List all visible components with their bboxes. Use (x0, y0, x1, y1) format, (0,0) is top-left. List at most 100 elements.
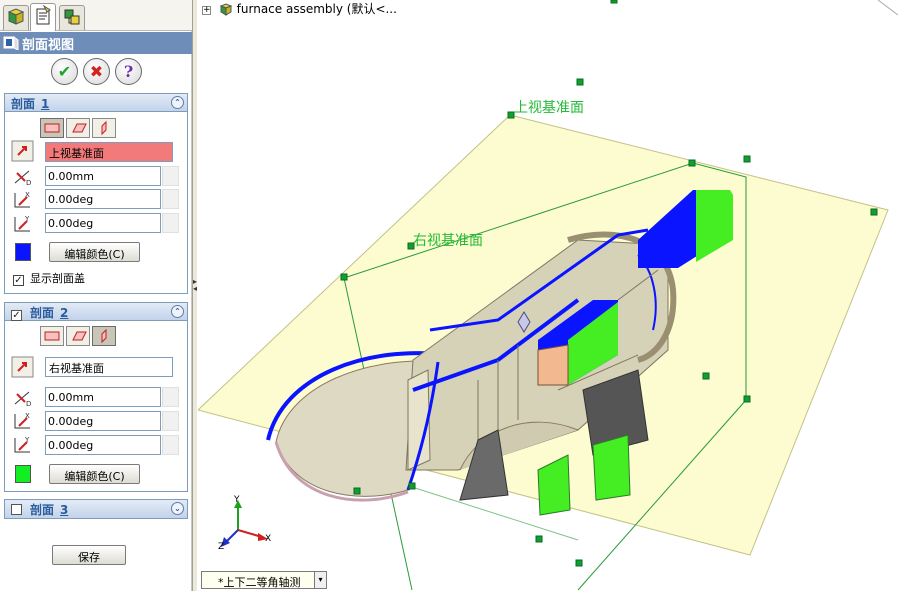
section1-plane-field[interactable]: 上视基准面 (45, 142, 173, 162)
reverse-direction-icon (11, 140, 34, 162)
show-cap-checkbox[interactable]: ✓ (13, 275, 24, 286)
section3-number: 3 (60, 503, 69, 517)
tab-feature-manager[interactable] (3, 5, 29, 30)
section1-header[interactable]: 剖面 1 ⌃ (5, 94, 187, 112)
section1-number: 1 (41, 97, 50, 111)
section2-rotx-spinner[interactable] (162, 411, 179, 431)
section3-label: 剖面 (30, 503, 55, 517)
panel-title: 剖面视图 (22, 38, 75, 53)
plane-front-button[interactable] (40, 326, 64, 346)
tree-expand-icon[interactable]: + (202, 6, 211, 15)
offset-icon: D (11, 165, 35, 187)
section1-edit-color-button[interactable]: 编辑颜色(C) (49, 242, 140, 262)
panel-tab-bar (0, 0, 192, 31)
tab-property-manager[interactable] (30, 3, 56, 31)
expand-icon[interactable]: ⌄ (171, 502, 184, 515)
show-cap-label: 显示剖面盖 (30, 272, 85, 285)
checkmark-icon: ✔ (57, 62, 72, 81)
svg-text:D: D (26, 179, 31, 187)
section-view-icon (3, 35, 19, 54)
svg-text:X: X (25, 412, 30, 420)
section2-roty-spinner[interactable] (162, 435, 179, 455)
help-button[interactable]: ? (115, 58, 142, 85)
rotate-x-icon: X (11, 189, 35, 211)
right-plane-icon (101, 328, 107, 344)
svg-text:Y: Y (24, 436, 30, 444)
top-plane-icon (72, 331, 87, 341)
property-sheet-icon (36, 4, 51, 25)
plane-front-button[interactable] (40, 118, 64, 138)
top-plane-icon (72, 123, 87, 133)
feature-tree-root[interactable]: + furnace assembly (默认<... (202, 0, 397, 19)
plane-right-button[interactable] (92, 118, 116, 138)
section1-roty-input[interactable]: 0.00deg (45, 213, 161, 233)
section1-group: 剖面 1 ⌃ 上视基准面 D 0.00mm X 0.00deg Y 0.00deg (4, 93, 188, 294)
svg-text:D: D (26, 400, 31, 408)
right-plane-icon (101, 120, 107, 136)
close-icon: ✖ (89, 62, 104, 81)
section1-label: 剖面 (11, 97, 36, 111)
axis-triad-icon (221, 500, 268, 547)
reverse-direction-button[interactable] (11, 356, 35, 378)
ok-button[interactable]: ✔ (51, 58, 78, 85)
section2-checkbox[interactable]: ✓ (11, 310, 22, 321)
section2-plane-field[interactable]: 右视基准面 (45, 357, 173, 377)
section1-roty-spinner[interactable] (162, 213, 179, 233)
section2-label: 剖面 (30, 306, 55, 320)
configuration-icon (64, 9, 80, 25)
section3-group: 剖面 3 ⌄ (4, 499, 188, 519)
view-orientation-label: *上下二等角轴测 (218, 576, 301, 589)
rotate-y-icon: Y (11, 434, 35, 456)
section2-rotx-input[interactable]: 0.00deg (45, 411, 161, 431)
right-plane-label: 右视基准面 (413, 233, 483, 249)
section1-color-swatch (15, 243, 31, 261)
collapse-icon[interactable]: ⌃ (171, 96, 184, 109)
section1-rotx-spinner[interactable] (162, 189, 179, 209)
section2-number: 2 (60, 306, 69, 320)
help-icon: ? (123, 62, 134, 81)
plane-top-button[interactable] (66, 118, 90, 138)
panel-title-bar: 剖面视图 (0, 32, 192, 54)
section2-offset-input[interactable]: 0.00mm (45, 387, 161, 407)
collapse-icon[interactable]: ⌃ (171, 305, 184, 318)
graphics-viewport[interactable]: Y X Z + furnace assembly (默认<... 上视基准面 右… (198, 0, 898, 591)
section1-rotx-input[interactable]: 0.00deg (45, 189, 161, 209)
tab-configuration-manager[interactable] (59, 5, 85, 30)
feature-tree-icon (7, 8, 25, 25)
triad-x-label: X (265, 534, 272, 544)
assembly-name: furnace assembly (默认<... (236, 2, 397, 16)
section1-offset-input[interactable]: 0.00mm (45, 166, 161, 186)
rotate-y-icon: Y (11, 213, 35, 235)
triad-y-label: Y (234, 495, 240, 505)
section3-header[interactable]: 剖面 3 ⌄ (5, 500, 187, 518)
view-orientation-box[interactable]: *上下二等角轴测 ▾ (201, 571, 327, 589)
model-canvas (198, 0, 898, 591)
triad-z-label: Z (218, 542, 225, 552)
save-button[interactable]: 保存 (52, 545, 126, 565)
section2-offset-spinner[interactable] (162, 387, 179, 407)
front-plane-icon (44, 331, 60, 341)
show-cap-row: ✓ 显示剖面盖 (13, 270, 85, 286)
action-buttons: ✔ ✖ ? (0, 58, 192, 88)
assembly-icon (219, 2, 233, 19)
reverse-direction-button[interactable] (11, 140, 35, 162)
top-plane-label: 上视基准面 (514, 100, 584, 116)
rotate-x-icon: X (11, 410, 35, 432)
section2-color-swatch (15, 465, 31, 483)
plane-right-button[interactable] (92, 326, 116, 346)
section1-offset-spinner[interactable] (162, 166, 179, 186)
section3-checkbox[interactable] (11, 504, 22, 515)
cancel-button[interactable]: ✖ (83, 58, 110, 85)
section2-roty-input[interactable]: 0.00deg (45, 435, 161, 455)
front-plane-icon (44, 123, 60, 133)
section2-edit-color-button[interactable]: 编辑颜色(C) (49, 464, 140, 484)
property-manager-panel: 剖面视图 ✔ ✖ ? 剖面 1 ⌃ 上视基准面 D 0.00mm X 0.00d… (0, 0, 192, 591)
svg-text:X: X (25, 191, 30, 199)
reverse-direction-icon (11, 356, 34, 378)
offset-icon: D (11, 386, 35, 408)
plane-top-button[interactable] (66, 326, 90, 346)
section2-header[interactable]: ✓ 剖面 2 ⌃ (5, 303, 187, 321)
svg-text:Y: Y (24, 215, 30, 223)
section2-group: ✓ 剖面 2 ⌃ 右视基准面 D 0.00mm X 0.00deg Y 0.00de… (4, 302, 188, 492)
chevron-down-icon[interactable]: ▾ (314, 572, 326, 588)
